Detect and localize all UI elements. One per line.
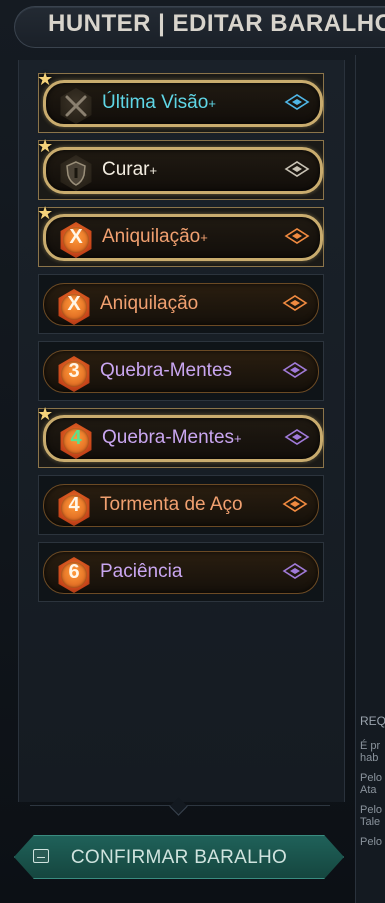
cost-badge-icon: 6 (58, 557, 90, 593)
card-name-text: Paciência (100, 561, 183, 582)
upgrade-plus: + (149, 163, 158, 178)
requirements-line: É pr (360, 740, 381, 752)
requirements-panel: REQ É pr hab Pelo Ata Pelo Tale Pelo (358, 708, 385, 858)
card-name-text: Aniquilação (100, 293, 199, 314)
card-name: Quebra-Mentes (100, 360, 232, 382)
star-icon: ★ (37, 203, 54, 224)
card-name-text: Quebra-Mentes (100, 360, 233, 381)
card-name: Aniquilação+ (102, 226, 208, 248)
rarity-gem-icon (284, 429, 310, 445)
deck-card[interactable]: 4 Tormenta de Aço (43, 484, 319, 527)
star-icon: ★ (37, 136, 54, 157)
card-cost: 6 (68, 561, 80, 583)
cost-badge-icon: 4 (58, 490, 90, 526)
card-cost: 4 (68, 494, 80, 516)
requirements-line: Tale (360, 816, 381, 828)
deck-card-slot[interactable]: Curar+ ★ (37, 136, 324, 200)
upgrade-plus: + (234, 431, 242, 446)
deck-card[interactable]: X Aniquilação+ (43, 214, 323, 261)
rarity-gem-icon (284, 228, 310, 244)
card-name: Aniquilação (100, 293, 198, 315)
card-cost: 4 (70, 427, 82, 449)
deck-card-slot[interactable]: 4 Quebra-Mentes+ ★ (37, 404, 324, 468)
card-name: Quebra-Mentes+ (102, 427, 242, 449)
card-name-text: Quebra-Mentes (102, 427, 235, 448)
deck-card[interactable]: Curar+ (43, 147, 323, 194)
deck-card[interactable]: 4 Quebra-Mentes+ (43, 415, 323, 462)
card-name: Tormenta de Aço (100, 494, 243, 516)
requirements-line: Ata (360, 784, 377, 796)
rarity-gem-icon (282, 563, 308, 579)
deck-card-slot[interactable]: X Aniquilação+ ★ (37, 203, 324, 267)
confirm-deck-button[interactable]: CONFIRMAR BARALHO (14, 835, 344, 879)
cost-badge-icon: X (60, 222, 92, 258)
rarity-gem-icon (284, 161, 310, 177)
confirm-deck-label: CONFIRMAR BARALHO (70, 847, 288, 868)
rarity-gem-icon (282, 295, 308, 311)
upgrade-plus: + (208, 96, 216, 111)
star-icon: ★ (37, 69, 54, 90)
page-title: HUNTER | EDITAR BARALHO (48, 10, 385, 37)
cost-badge-icon: X (58, 289, 90, 325)
rarity-gem-icon (282, 362, 308, 378)
card-cost: X (69, 226, 83, 248)
rarity-gem-icon (282, 496, 308, 512)
deck-card-slot[interactable]: 3 Quebra-Mentes (38, 341, 324, 401)
card-name-text: Curar (102, 159, 150, 180)
deck-card-slot[interactable]: 4 Tormenta de Aço (38, 475, 324, 535)
deck-card-slot[interactable]: 6 Paciência (38, 542, 324, 602)
card-name-text: Aniquilação (102, 226, 201, 247)
card-name-text: Última Visão (102, 92, 209, 113)
card-name: Paciência (100, 561, 182, 583)
upgrade-plus: + (200, 230, 208, 245)
deck-card[interactable]: Última Visão+ (43, 80, 323, 127)
requirements-line: Pelo (360, 836, 383, 848)
requirements-line: Pelo (360, 772, 383, 784)
requirements-line: Pelo (360, 804, 383, 816)
card-cost: X (67, 293, 81, 315)
card-name-text: Tormenta de Aço (100, 494, 243, 515)
cost-badge-icon: 3 (58, 356, 90, 392)
requirements-title: REQ (360, 714, 385, 728)
shield-icon (60, 155, 92, 191)
card-name: Última Visão+ (102, 92, 216, 114)
star-icon: ★ (37, 404, 54, 425)
deck-card-slot[interactable]: Última Visão+ ★ (37, 69, 324, 133)
header: HUNTER | EDITAR BARALHO (0, 0, 385, 50)
deck-card[interactable]: 3 Quebra-Mentes (43, 350, 319, 393)
cost-badge-icon: 4 (60, 423, 92, 459)
deck-card[interactable]: 6 Paciência (43, 551, 319, 594)
crossed-swords-icon (60, 88, 92, 124)
deck-card[interactable]: X Aniquilação (43, 283, 319, 326)
deck-card-slot[interactable]: X Aniquilação (38, 274, 324, 334)
requirements-line: hab (360, 752, 379, 764)
rarity-gem-icon (284, 94, 310, 110)
card-cost: 3 (68, 360, 80, 382)
card-name: Curar+ (102, 159, 157, 181)
